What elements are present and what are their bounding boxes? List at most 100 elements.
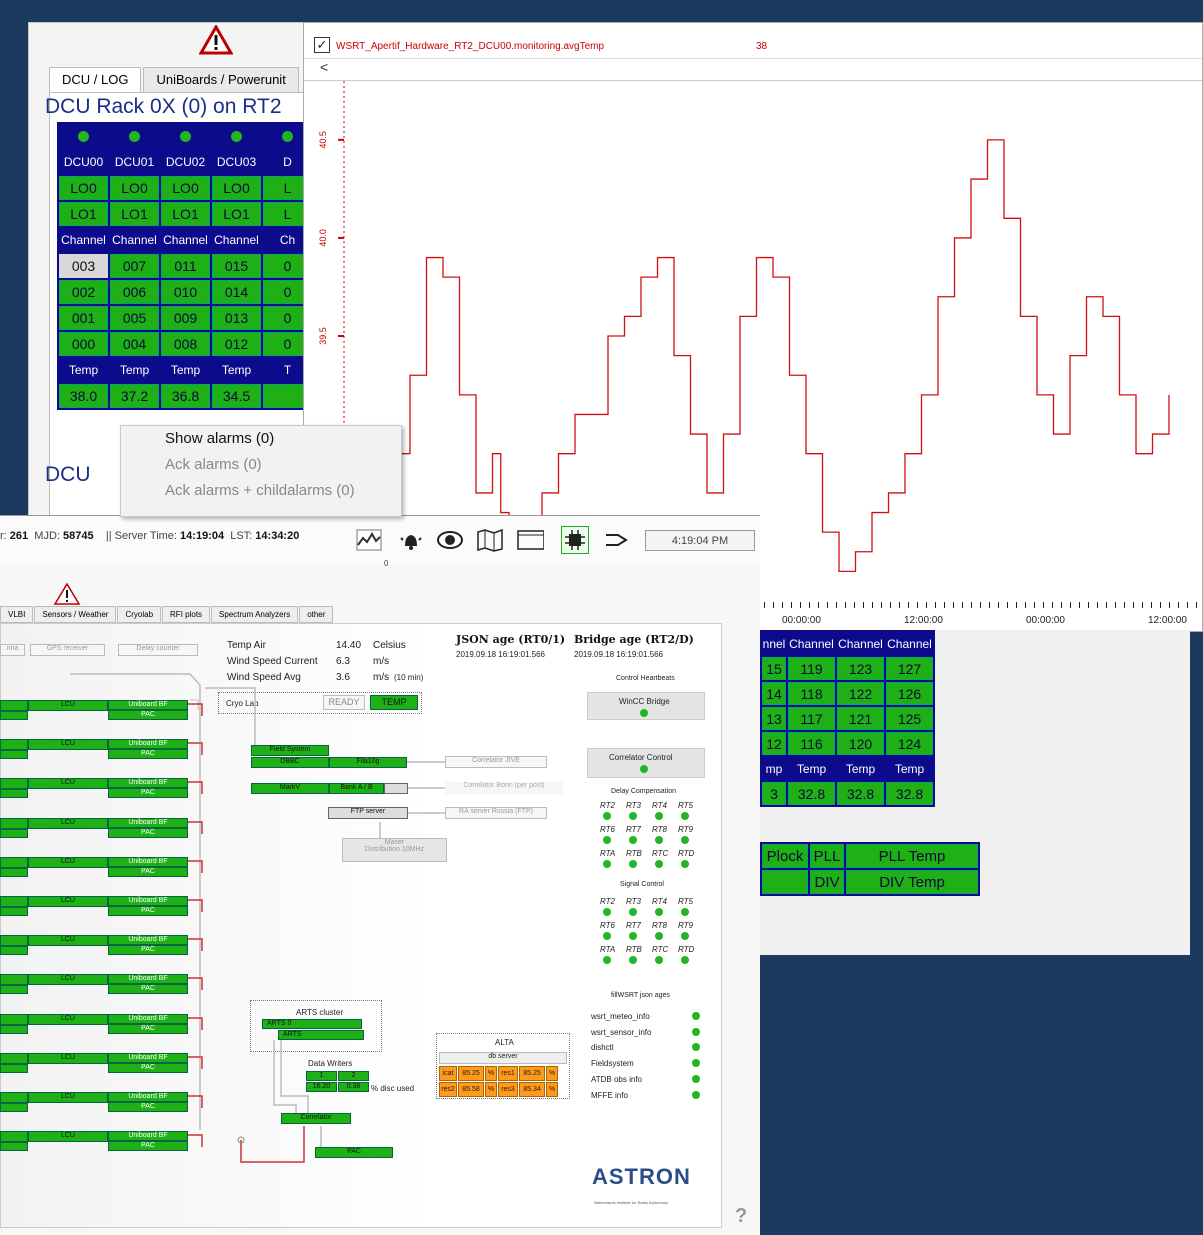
menu-ack-child-alarms[interactable]: Ack alarms + childalarms (0) (121, 478, 401, 504)
channel-cell[interactable]: 123 (837, 657, 884, 680)
channel-cell[interactable]: 117 (788, 707, 835, 730)
delay-counter-box[interactable]: Delay counter (118, 644, 198, 656)
uniboard-box[interactable]: Uniboard BF (108, 974, 188, 985)
lcu-left-box[interactable] (0, 1013, 28, 1025)
temp-cell[interactable]: 32.8 (837, 782, 884, 805)
channel-cell[interactable]: 119 (788, 657, 835, 680)
lcu-left-box[interactable] (0, 700, 28, 711)
pac-cell[interactable]: PAC (108, 1102, 188, 1112)
lcu-left-box[interactable] (0, 974, 28, 986)
lcu-box[interactable]: LCU (28, 1052, 108, 1064)
lcu-box[interactable]: LCU (28, 1131, 108, 1143)
channel-cell[interactable]: 127 (886, 657, 933, 680)
lcu-left-box[interactable] (0, 856, 28, 868)
uniboard-box[interactable]: Uniboard BF (108, 1013, 188, 1024)
gps-receiver-box[interactable]: GPS receiver (30, 644, 105, 656)
lcu-box[interactable]: LCU (28, 1013, 108, 1025)
lcu-left-box[interactable] (0, 739, 28, 751)
ftp-server-box[interactable]: FTP server (328, 807, 408, 819)
channel-cell[interactable]: 15 (762, 657, 786, 680)
channel-cell[interactable]: 12 (762, 732, 786, 755)
pac-cell[interactable]: PAC (108, 866, 188, 877)
lcu-box[interactable]: LCU (28, 896, 108, 907)
div-cell: DIV (810, 870, 844, 894)
lcu-box[interactable]: LCU (28, 974, 108, 986)
channel-cell[interactable]: 13 (762, 707, 786, 730)
menu-show-alarms[interactable]: Show alarms (0) (121, 426, 401, 452)
lcu-box[interactable]: LCU (28, 700, 108, 711)
temp-cell[interactable]: 3 (762, 782, 786, 805)
channel-cell[interactable]: 121 (837, 707, 884, 730)
lcu-box[interactable]: LCU (28, 778, 108, 790)
pac-box[interactable]: PAC (315, 1147, 393, 1158)
lcu-left-box[interactable] (0, 817, 28, 829)
antenna-box[interactable]: nna (0, 644, 25, 656)
lcu-box[interactable]: LCU (28, 1092, 108, 1103)
uniboard-box[interactable]: Uniboard BF (108, 1131, 188, 1142)
uniboard-box[interactable]: Uniboard BF (108, 896, 188, 906)
pac-cell[interactable]: PAC (108, 710, 188, 720)
correlator-box[interactable]: Correlator (281, 1113, 351, 1124)
rt-label: RTA (600, 849, 616, 858)
bank-slider[interactable] (384, 783, 408, 794)
markv-box[interactable]: MarkV (251, 783, 329, 794)
lcu-box[interactable]: LCU (28, 935, 108, 947)
maser-box[interactable]: Maser Distribution 10MHz (342, 838, 447, 862)
lcu-left-box[interactable] (0, 778, 28, 790)
pac-cell[interactable]: PAC (108, 984, 188, 995)
rt-status-dot (681, 908, 689, 916)
channel-cell[interactable]: 125 (886, 707, 933, 730)
rt-label: RT5 (678, 897, 693, 906)
channel-cell[interactable]: 14 (762, 682, 786, 705)
lcu-left-lower (0, 1063, 28, 1073)
channel-cell[interactable]: 126 (886, 682, 933, 705)
menu-ack-alarms[interactable]: Ack alarms (0) (121, 452, 401, 478)
uniboard-box[interactable]: Uniboard BF (108, 1092, 188, 1102)
ra-server-box[interactable]: RA server Russia (FTP) (445, 807, 547, 819)
pac-cell[interactable]: PAC (108, 827, 188, 838)
pac-cell[interactable]: PAC (108, 749, 188, 760)
pac-cell[interactable]: PAC (108, 945, 188, 956)
channel-cell[interactable]: 124 (886, 732, 933, 755)
help-icon[interactable]: ? (735, 1205, 747, 1228)
channel-cell[interactable]: 122 (837, 682, 884, 705)
channel-cell[interactable]: 118 (788, 682, 835, 705)
uniboard-box[interactable]: Uniboard BF (108, 817, 188, 828)
uniboard-box[interactable]: Uniboard BF (108, 700, 188, 710)
fill-item-label: wsrt_sensor_info (591, 1027, 652, 1037)
pac-cell[interactable]: PAC (108, 1141, 188, 1152)
lcu-box[interactable]: LCU (28, 739, 108, 751)
channel-cell[interactable]: 120 (837, 732, 884, 755)
uniboard-box[interactable]: Uniboard BF (108, 1052, 188, 1063)
pac-cell[interactable]: PAC (108, 1062, 188, 1073)
pac-cell[interactable]: PAC (108, 906, 188, 916)
rt-status-dot (655, 836, 663, 844)
lcu-box[interactable]: LCU (28, 856, 108, 868)
fila10g-box[interactable]: Fila10g (329, 757, 407, 768)
temp-cell[interactable]: 32.8 (788, 782, 835, 805)
lcu-left-box[interactable] (0, 1092, 28, 1103)
dbbc-box[interactable]: DBBC (251, 757, 329, 768)
temp-cell[interactable]: 32.8 (886, 782, 933, 805)
lcu-left-box[interactable] (0, 1052, 28, 1064)
field-system-box[interactable]: Field System (251, 745, 329, 756)
bank-box[interactable]: Bank A / B (329, 783, 384, 794)
uniboard-box[interactable]: Uniboard BF (108, 778, 188, 789)
uniboard-box[interactable]: Uniboard BF (108, 856, 188, 867)
rt-label: RT4 (652, 897, 667, 906)
correlator-bonn-box[interactable]: Correlator Bonn (per post) (445, 782, 563, 794)
uniboard-box[interactable]: Uniboard BF (108, 739, 188, 750)
lcu-left-box[interactable] (0, 935, 28, 947)
data-writers-label: Data Writers (308, 1059, 353, 1068)
pac-cell[interactable]: PAC (108, 1023, 188, 1034)
lcu-left-box[interactable] (0, 896, 28, 907)
uniboard-box[interactable]: Uniboard BF (108, 935, 188, 946)
db-server-box[interactable]: db server (439, 1052, 567, 1064)
pac-cell[interactable]: PAC (108, 788, 188, 799)
db-cell: res2 (439, 1082, 457, 1097)
channel-cell[interactable]: 116 (788, 732, 835, 755)
arts0-box[interactable]: ARTS 0 (262, 1019, 362, 1029)
lcu-left-box[interactable] (0, 1131, 28, 1143)
correlator-jive-box[interactable]: Correlator JIVE (445, 756, 547, 768)
lcu-box[interactable]: LCU (28, 817, 108, 829)
